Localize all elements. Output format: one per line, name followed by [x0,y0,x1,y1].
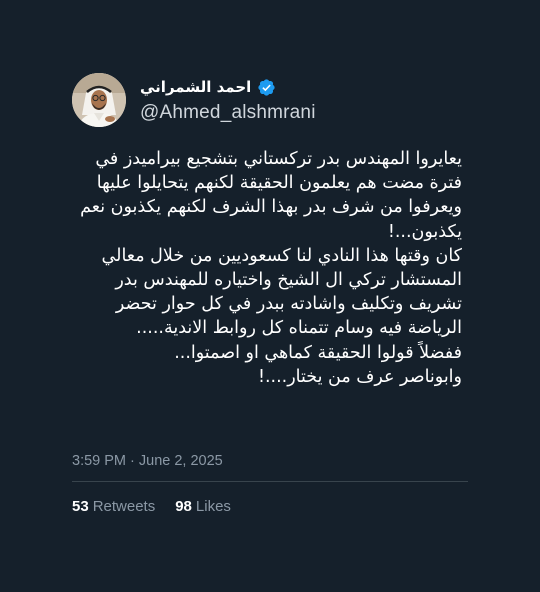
tweet-line: يعايروا المهندس بدر تركستاني بتشجيع بيرا… [95,149,462,169]
tweet-line: ويعرفوا من شرف بدر بهذا الشرف لكنهم يكذب… [80,197,462,218]
likes-label: Likes [195,498,231,515]
retweets-label: Retweets [92,498,156,515]
tweet-line: يكذبون...! [387,221,462,242]
likes-stat[interactable]: 98 Likes [175,498,231,515]
retweets-stat[interactable]: 53 Retweets [72,498,155,515]
tweet-line: ففضلاً قولوا الحقيقة كماهي او اصمتوا... [174,342,462,363]
tweet-line: فترة مضت هم يعلمون الحقيقة لكنهم يتحايلو… [96,173,462,194]
tweet-line: المستشار تركي ال الشيخ واختياره للمهندس … [115,270,462,291]
author-handle[interactable]: @Ahmed_alshmrani [140,102,470,124]
retweets-count: 53 [72,498,89,515]
avatar[interactable] [72,73,126,127]
tweet-card: احمد الشمراني @Ahmed_alshmrani يعايروا ا… [0,0,540,592]
tweet-line: كان وقتها هذا النادي لنا كسعوديين من خلا… [101,245,462,266]
display-name[interactable]: احمد الشمراني [140,78,251,96]
likes-count: 98 [175,498,192,515]
author-names: احمد الشمراني @Ahmed_alshmrani [140,76,470,124]
tweet-stats: 53 Retweets 98 Likes [72,498,231,515]
tweet-header: احمد الشمراني @Ahmed_alshmrani [72,73,472,127]
tweet-line: وابوناصر عرف من يختار....! [257,366,462,387]
tweet-text: يعايروا المهندس بدر تركستاني بتشجيع بيرا… [62,147,462,389]
verified-badge-icon [257,78,276,97]
divider [72,481,468,482]
avatar-image [72,73,126,127]
tweet-timestamp[interactable]: 3:59 PM · June 2, 2025 [72,453,223,469]
display-name-row: احمد الشمراني [140,76,470,98]
tweet-line: تشريف وتكليف واشادته ببدر في كل حوار تحض… [115,294,462,315]
tweet-line: الرياضة فيه وسام تتمناه كل روابط الاندية… [136,318,462,339]
